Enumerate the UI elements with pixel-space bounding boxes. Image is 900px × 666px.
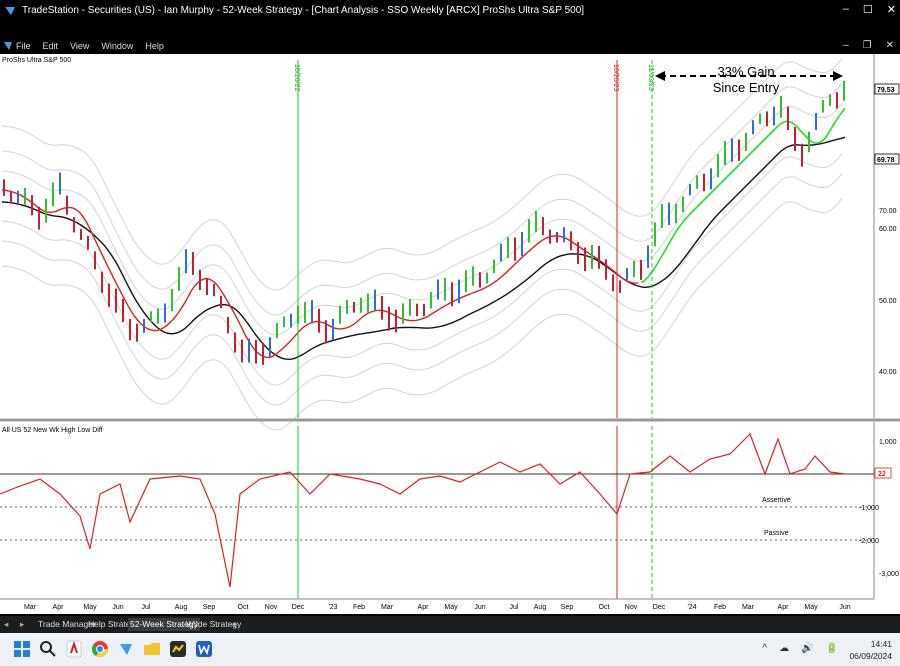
close-button[interactable]: ✕: [887, 3, 896, 16]
x-axis-label: Oct: [599, 604, 610, 611]
tradestation-taskbar-icon[interactable]: [116, 639, 136, 659]
indicator-label: All US 52 New Wk High Low Diff: [2, 427, 103, 434]
x-axis-label: Sep: [561, 604, 574, 611]
x-axis-label: Jul: [510, 604, 519, 611]
x-axis-label: Aug: [175, 604, 188, 611]
title-bar: TradeStation - Securities (US) - Ian Mur…: [0, 0, 900, 22]
indicator-axis-neg2000: -2,000: [859, 538, 879, 545]
x-axis-label: Apr: [778, 604, 790, 611]
window-title: TradeStation - Securities (US) - Ian Mur…: [22, 5, 585, 16]
annotation-line1: 33% Gain: [717, 64, 774, 79]
x-axis-label: Mar: [742, 604, 755, 611]
x-axis-label: Jun: [474, 604, 485, 611]
x-axis-label: Dec: [292, 604, 305, 611]
chrome-icon[interactable]: [90, 639, 110, 659]
price-chart-svg[interactable]: 10/20/22 10/26/23 11/03/23 33% Gain Sinc…: [0, 54, 900, 614]
menu-view[interactable]: View: [70, 41, 89, 51]
indicator-axis-neg3000: -3,000: [879, 571, 899, 578]
x-axis-labels: Mar Apr May Jun Jul Aug Sep Oct Nov Dec '23 Feb Mar A…: [24, 604, 851, 611]
workspace-tabs: ◂ ▸ Trade Manager Help Strategy 52-Week …: [0, 616, 900, 633]
envelope-band-3: [1, 102, 843, 336]
menu-window[interactable]: Window: [101, 41, 133, 51]
x-axis-label: May: [444, 604, 458, 611]
app-menu-icon[interactable]: [3, 41, 13, 51]
indicator-line: [0, 432, 846, 588]
search-icon[interactable]: [38, 639, 58, 659]
price-axis-label-70: 70.00: [879, 208, 897, 215]
maximize-button[interactable]: ☐: [863, 3, 873, 16]
x-axis-label: Jul: [142, 604, 151, 611]
chart-area[interactable]: 10/20/22 10/26/23 11/03/23 33% Gain Sinc…: [0, 54, 900, 614]
price-axis-label-40: 40.00: [879, 369, 897, 376]
x-axis-label: Nov: [625, 604, 638, 611]
price-axis-label-60: 60.00: [879, 226, 897, 233]
vline-label-1: 10/20/22: [293, 64, 300, 91]
x-axis-label: Aug: [534, 604, 547, 611]
x-axis-label: Nov: [265, 604, 278, 611]
vline-label-2: 10/26/23: [612, 64, 619, 91]
tabs-prev-icon[interactable]: ◂: [2, 618, 10, 631]
tabs-next-icon[interactable]: ▸: [18, 618, 26, 631]
battery-icon[interactable]: 🔋: [826, 643, 838, 654]
windows-start-icon[interactable]: [12, 639, 32, 659]
x-axis-label: Jun: [112, 604, 123, 611]
x-axis-label: Feb: [353, 604, 365, 611]
word-icon[interactable]: [194, 639, 214, 659]
menu-file[interactable]: File: [16, 41, 31, 51]
x-axis-label: Dec: [653, 604, 666, 611]
windows-taskbar: ^ ☁ 🔊 🔋 14:41 06/09/2024: [0, 633, 900, 666]
x-axis-label: Sep: [203, 604, 216, 611]
child-restore-button[interactable]: ❐: [863, 40, 872, 51]
short-moving-average-line-green: [640, 107, 846, 284]
x-axis-label: Apr: [418, 604, 430, 611]
x-axis-label: Oct: [238, 604, 249, 611]
assertive-label: Assertive: [762, 497, 791, 504]
pdf-app-icon[interactable]: [64, 639, 84, 659]
tradestation-logo-icon: [5, 7, 15, 15]
gain-arrow-left-head: [655, 71, 665, 81]
minimize-button[interactable]: –: [843, 3, 849, 16]
indicator-last-value: 22: [878, 471, 886, 478]
envelope-band-2: [1, 82, 843, 316]
x-axis-label: May: [804, 604, 818, 611]
tray-overflow-icon[interactable]: ^: [762, 643, 767, 654]
ma-value: 69.78: [877, 157, 895, 164]
x-axis-label: Feb: [714, 604, 726, 611]
add-tab-button[interactable]: +: [230, 618, 239, 631]
x-axis-label: '23: [328, 604, 337, 611]
menu-help[interactable]: Help: [145, 41, 164, 51]
media-app-icon[interactable]: [168, 639, 188, 659]
child-close-button[interactable]: ✕: [886, 40, 894, 51]
passive-label: Passive: [764, 530, 789, 537]
indicator-axis-1000: 1,000: [879, 439, 897, 446]
last-price-value: 79.53: [877, 87, 895, 94]
x-axis-label: '24: [687, 604, 696, 611]
x-axis-label: May: [83, 604, 97, 611]
envelope-bands: [1, 57, 843, 431]
vline-label-3: 11/03/23: [647, 64, 654, 91]
annotation-line2: Since Entry: [713, 80, 780, 95]
symbol-label: ProShs Ultra S&P 500: [2, 57, 71, 64]
x-axis-label: Mar: [24, 604, 37, 611]
menu-bar: File Edit View Window Help – ❐ ✕: [0, 38, 900, 54]
price-axis-label-50: 50.00: [879, 298, 897, 305]
system-clock[interactable]: 14:41 06/09/2024: [849, 638, 892, 662]
x-axis-label: Mar: [381, 604, 394, 611]
x-axis-label: Jun: [839, 604, 850, 611]
clock-date: 06/09/2024: [849, 651, 892, 661]
gain-arrow-right-head: [833, 71, 843, 81]
onedrive-icon[interactable]: ☁: [779, 643, 789, 654]
volume-icon[interactable]: 🔊: [801, 643, 813, 654]
envelope-band-6: [1, 197, 843, 431]
clock-time: 14:41: [870, 639, 892, 649]
file-explorer-icon[interactable]: [142, 639, 162, 659]
indicator-axis-neg1000: -1,000: [859, 505, 879, 512]
menu-edit[interactable]: Edit: [43, 41, 59, 51]
child-minimize-button[interactable]: –: [843, 40, 849, 51]
x-axis-label: Apr: [53, 604, 65, 611]
